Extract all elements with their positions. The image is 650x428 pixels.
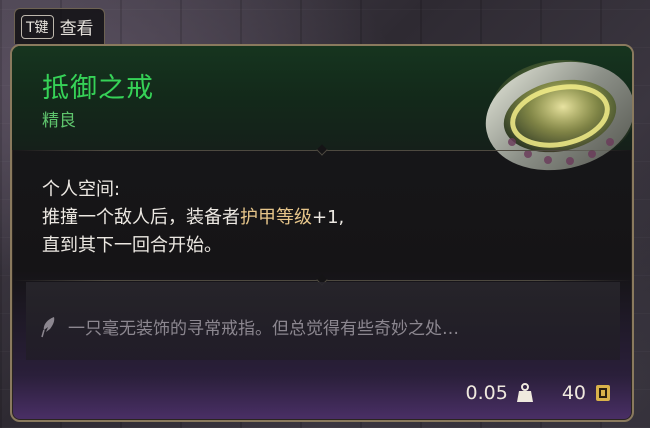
item-value: 40 [561, 382, 586, 404]
quill-icon [41, 316, 55, 337]
ring-icon [485, 60, 632, 171]
flavor-text-row: 一只毫无装饰的寻常戒指。但总觉得有些奇妙之处… [40, 314, 459, 339]
weight-icon [516, 383, 533, 402]
item-rarity: 精良 [42, 111, 76, 131]
item-tooltip: 抵御之戒 精良 个人空间: 推撞一个敌人后，装备者护甲等级+1, 直到其下一回合 [10, 44, 634, 422]
inspect-key-hint[interactable]: T键 查看 [14, 8, 105, 44]
key-cap: T键 [21, 14, 54, 39]
effect-divider [12, 274, 632, 286]
effect-title: 个人空间: [42, 179, 121, 200]
item-weight: 0.05 [465, 382, 508, 404]
item-name: 抵御之戒 [42, 73, 154, 104]
effect-line-1: 推撞一个敌人后，装备者护甲等级+1, [42, 207, 345, 228]
armor-class-keyword[interactable]: 护甲等级 [240, 207, 312, 228]
header-divider [12, 144, 632, 156]
item-effect: 个人空间: 推撞一个敌人后，装备者护甲等级+1, 直到其下一回合开始。 [42, 176, 462, 260]
effect-line-2: 直到其下一回合开始。 [42, 235, 222, 256]
item-stats: 0.05 40 [466, 382, 613, 404]
gold-coin-icon [596, 385, 610, 401]
key-hint-label: 查看 [59, 19, 94, 39]
flavor-text: 一只毫无装饰的寻常戒指。但总觉得有些奇妙之处… [68, 319, 459, 339]
